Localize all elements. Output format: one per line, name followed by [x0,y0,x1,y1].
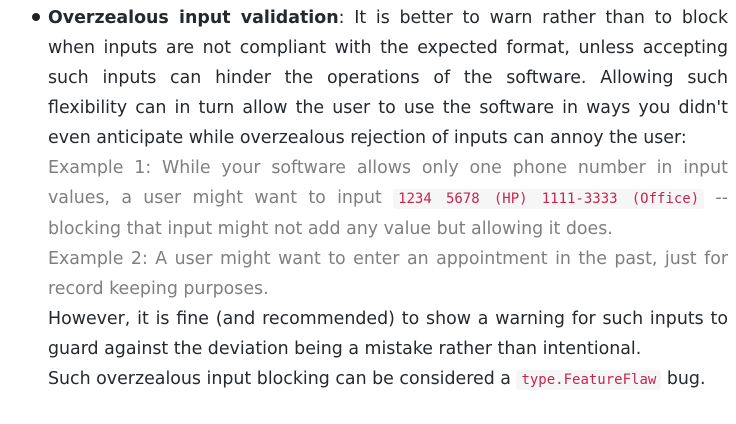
intro-text: : It is better to warn rather than to bl… [48,8,729,148]
closing-text: Such overzealous input blocking can be c… [48,369,517,389]
closing-paragraph: Such overzealous input blocking can be c… [48,364,728,395]
warning-note: However, it is fine (and recommended) to… [48,309,728,359]
document-page: Overzealous input validation: It is bett… [0,0,736,424]
closing-rest: bug. [661,369,706,389]
example-2: Example 2: A user might want to enter an… [48,249,728,299]
list-item-content: Overzealous input validation: It is bett… [48,3,728,395]
item-title: Overzealous input validation [48,8,339,28]
bullet-icon [32,13,40,21]
intro-paragraph: Overzealous input validation: It is bett… [48,3,728,153]
example-1-code: 1234 5678 (HP) 1111-3333 (Office) [393,189,705,209]
example-1: Example 1: While your software allows on… [48,153,728,244]
bug-type-code: type.FeatureFlaw [516,370,662,390]
